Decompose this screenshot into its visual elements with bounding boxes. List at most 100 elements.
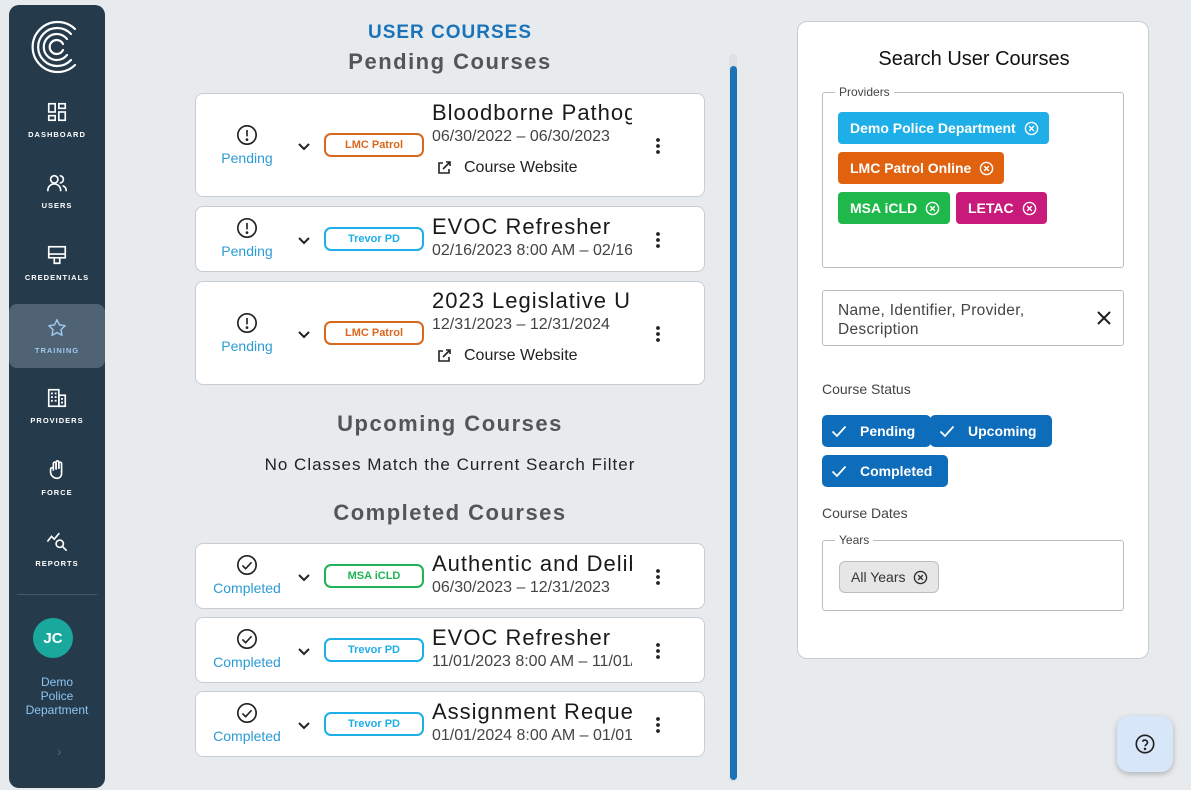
providers-field[interactable]: Providers Demo Police Department LMC Pat… bbox=[822, 85, 1124, 268]
app-logo-icon[interactable] bbox=[31, 17, 83, 77]
provider-chip[interactable]: MSA iCLD bbox=[838, 192, 951, 224]
more-options-icon[interactable] bbox=[648, 715, 668, 735]
course-card[interactable]: Completed MSA iCLD Authentic and Deliber… bbox=[195, 543, 705, 609]
provider-badge: Trevor PD bbox=[324, 712, 424, 736]
years-field[interactable]: Years All Years bbox=[822, 533, 1124, 611]
sidebar-item-credentials[interactable]: CREDENTIALS bbox=[9, 231, 105, 295]
help-icon bbox=[1135, 734, 1155, 754]
check-circle-icon bbox=[237, 703, 257, 723]
more-options-icon[interactable] bbox=[648, 230, 668, 250]
chevron-down-icon[interactable] bbox=[296, 326, 312, 342]
search-panel-title: Search User Courses bbox=[878, 48, 1070, 70]
remove-chip-icon[interactable] bbox=[979, 161, 994, 176]
course-title: Assignment Request bbox=[432, 699, 632, 724]
sidebar-expand-icon[interactable]: › bbox=[57, 743, 62, 759]
sidebar-item-label: USERS bbox=[41, 201, 73, 210]
upcoming-empty-message: No Classes Match the Current Search Filt… bbox=[264, 455, 636, 474]
more-options-icon[interactable] bbox=[648, 641, 668, 661]
pending-alert-icon bbox=[237, 313, 257, 333]
status-filter-pending[interactable]: Pending bbox=[822, 415, 932, 447]
help-button[interactable] bbox=[1117, 716, 1173, 772]
provider-badge: Trevor PD bbox=[324, 227, 424, 251]
provider-badge: Trevor PD bbox=[324, 638, 424, 662]
clear-search-icon[interactable] bbox=[1093, 307, 1115, 329]
remove-chip-icon[interactable] bbox=[1022, 201, 1037, 216]
more-options-icon[interactable] bbox=[648, 136, 668, 156]
pending-alert-icon bbox=[237, 125, 257, 145]
page-title: USER COURSES bbox=[367, 22, 533, 43]
pending-heading: Pending Courses bbox=[348, 49, 552, 74]
completed-heading: Completed Courses bbox=[333, 500, 567, 525]
check-icon bbox=[831, 425, 847, 438]
star-icon bbox=[48, 319, 66, 336]
provider-chip[interactable]: Demo Police Department bbox=[838, 112, 1049, 144]
status-indicator: Completed bbox=[208, 702, 286, 744]
course-card[interactable]: Pending LMC Patrol Bloodborne Pathogens … bbox=[195, 93, 705, 197]
reports-icon bbox=[47, 532, 67, 551]
course-website-link[interactable]: Course Website bbox=[436, 347, 578, 365]
status-indicator: Completed bbox=[208, 628, 286, 670]
hand-icon bbox=[49, 460, 63, 480]
sidebar-item-dashboard[interactable]: DASHBOARD bbox=[9, 88, 105, 152]
course-dates: 06/30/2022 – 06/30/2023 bbox=[432, 128, 610, 145]
sidebar-divider bbox=[17, 594, 97, 595]
sidebar-item-label: REPORTS bbox=[35, 559, 79, 568]
status-text: Pending bbox=[221, 243, 273, 259]
provider-chip[interactable]: LMC Patrol Online bbox=[838, 152, 1005, 184]
course-dates: 02/16/2023 8:00 AM – 02/16/2023 bbox=[432, 242, 632, 259]
more-options-icon[interactable] bbox=[648, 567, 668, 587]
course-card[interactable]: Completed Trevor PD Assignment Request 0… bbox=[195, 691, 705, 757]
check-icon bbox=[939, 425, 955, 438]
user-organization: Demo Police Department bbox=[25, 675, 89, 717]
credentials-icon bbox=[47, 245, 67, 265]
chevron-down-icon[interactable] bbox=[296, 643, 312, 659]
status-indicator: Pending bbox=[208, 217, 286, 259]
scrollbar-thumb[interactable] bbox=[730, 66, 737, 780]
sidebar-item-users[interactable]: USERS bbox=[9, 159, 105, 223]
pending-alert-icon bbox=[237, 218, 257, 238]
course-card[interactable]: Completed Trevor PD EVOC Refresher 11/01… bbox=[195, 617, 705, 683]
course-dates: 12/31/2023 – 12/31/2024 bbox=[432, 316, 610, 333]
sidebar-item-label: TRAINING bbox=[34, 346, 80, 355]
avatar[interactable]: JC bbox=[33, 618, 73, 658]
year-chip[interactable]: All Years bbox=[839, 561, 940, 593]
status-indicator: Completed bbox=[208, 554, 286, 596]
course-dates-label: Course Dates bbox=[822, 505, 908, 521]
course-dates: 11/01/2023 8:00 AM – 11/01/2023 bbox=[432, 653, 632, 670]
upcoming-heading: Upcoming Courses bbox=[337, 411, 563, 436]
search-input[interactable]: Name, Identifier, Provider, Description bbox=[822, 290, 1124, 346]
status-filter-completed[interactable]: Completed bbox=[822, 455, 949, 487]
sidebar: DASHBOARD USERS CREDENTIALS TRAINING PRO… bbox=[9, 5, 105, 788]
chevron-down-icon[interactable] bbox=[296, 569, 312, 585]
course-website-link[interactable]: Course Website bbox=[436, 159, 578, 177]
search-placeholder: Name, Identifier, Provider, Description bbox=[838, 302, 1025, 338]
remove-chip-icon[interactable] bbox=[913, 570, 928, 585]
course-title: Bloodborne Pathogens bbox=[432, 100, 632, 125]
sidebar-item-providers[interactable]: PROVIDERS bbox=[9, 374, 105, 438]
chevron-down-icon[interactable] bbox=[296, 138, 312, 154]
status-text: Pending bbox=[221, 150, 273, 166]
remove-chip-icon[interactable] bbox=[925, 201, 940, 216]
course-title: 2023 Legislative Update bbox=[432, 288, 632, 313]
course-status-label: Course Status bbox=[822, 381, 911, 397]
course-card[interactable]: Pending LMC Patrol 2023 Legislative Upda… bbox=[195, 281, 705, 385]
check-circle-icon bbox=[237, 555, 257, 575]
status-text: Completed bbox=[213, 580, 281, 596]
chevron-down-icon[interactable] bbox=[296, 717, 312, 733]
sidebar-item-training[interactable]: TRAINING bbox=[9, 304, 105, 368]
provider-chip[interactable]: LETAC bbox=[956, 192, 1047, 224]
sidebar-item-reports[interactable]: REPORTS bbox=[9, 517, 105, 581]
sidebar-item-force[interactable]: FORCE bbox=[9, 446, 105, 510]
check-circle-icon bbox=[237, 629, 257, 649]
more-options-icon[interactable] bbox=[648, 324, 668, 344]
years-legend: Years bbox=[835, 533, 874, 547]
chevron-down-icon[interactable] bbox=[296, 232, 312, 248]
status-filter-upcoming[interactable]: Upcoming bbox=[930, 415, 1053, 447]
status-text: Completed bbox=[213, 654, 281, 670]
external-link-icon bbox=[438, 349, 451, 362]
remove-chip-icon[interactable] bbox=[1024, 121, 1039, 136]
sidebar-item-label: DASHBOARD bbox=[28, 130, 86, 139]
sidebar-item-label: CREDENTIALS bbox=[24, 273, 90, 282]
course-dates: 06/30/2023 – 12/31/2023 bbox=[432, 579, 610, 596]
course-card[interactable]: Pending Trevor PD EVOC Refresher 02/16/2… bbox=[195, 206, 705, 272]
